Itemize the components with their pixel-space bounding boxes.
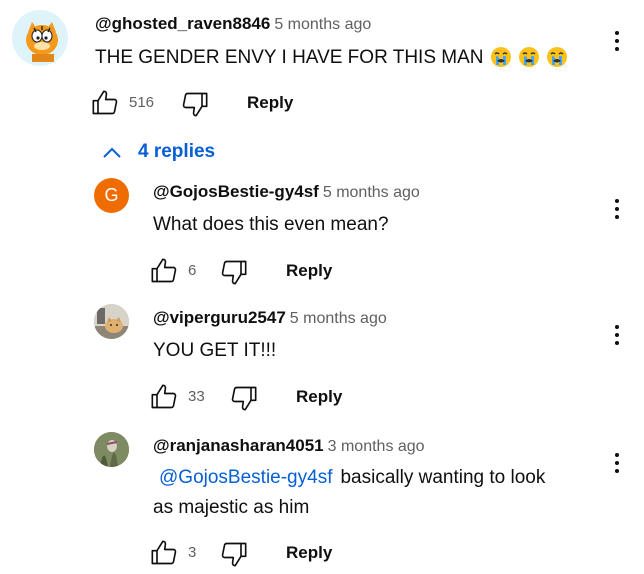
thumbs-down-icon: [221, 542, 247, 567]
crying-face-emoji-icon: [518, 46, 540, 68]
like-count: 33: [188, 388, 205, 405]
dislike-button[interactable]: [219, 258, 249, 286]
comment-text: THE GENDER ENVY I HAVE FOR THIS MAN: [95, 46, 568, 69]
mention-link[interactable]: @GojosBestie-gy4sf: [159, 467, 332, 488]
reply-button[interactable]: Reply: [286, 543, 332, 563]
reply-button[interactable]: Reply: [296, 387, 342, 407]
comment-author[interactable]: @ranjanasharan4051 3 months ago: [153, 436, 425, 456]
avatar[interactable]: [94, 432, 129, 467]
thumbs-up-icon: [151, 540, 177, 565]
like-button[interactable]: [149, 539, 179, 567]
avatar[interactable]: [94, 304, 129, 339]
thumbs-down-icon: [231, 386, 257, 411]
comment-text-body: THE GENDER ENVY I HAVE FOR THIS MAN: [95, 47, 484, 68]
cat-photo-avatar-icon: [94, 304, 129, 339]
author-name[interactable]: @viperguru2547: [153, 308, 286, 327]
like-button[interactable]: [149, 257, 179, 285]
comment-text-line1: basically wanting to look: [340, 467, 546, 488]
reply-button[interactable]: Reply: [247, 93, 293, 113]
comment-text: @GojosBestie-gy4sf basically wanting to l…: [153, 467, 545, 489]
comment-time[interactable]: 5 months ago: [323, 184, 420, 201]
crying-face-emoji-icon: [490, 46, 512, 68]
more-actions-icon[interactable]: [614, 28, 620, 56]
thumbs-down-icon: [182, 92, 208, 117]
comment-text-line2: as majestic as him: [153, 497, 310, 518]
comment-author[interactable]: @GojosBestie-gy4sf 5 months ago: [153, 182, 420, 202]
comment-text: What does this even mean?: [153, 214, 389, 235]
comment-author[interactable]: @viperguru2547 5 months ago: [153, 308, 387, 328]
dislike-button[interactable]: [180, 90, 210, 118]
thumbs-up-icon: [92, 90, 118, 115]
author-name[interactable]: @GojosBestie-gy4sf: [153, 182, 319, 201]
author-name[interactable]: @ranjanasharan4051: [153, 436, 324, 455]
more-actions-icon[interactable]: [614, 322, 620, 350]
crying-face-emoji-icon: [546, 46, 568, 68]
avatar[interactable]: [12, 10, 68, 66]
like-count: 3: [188, 544, 197, 561]
author-name[interactable]: @ghosted_raven8846: [95, 14, 270, 33]
avatar[interactable]: G: [94, 178, 129, 213]
garfield-avatar-icon: [12, 10, 68, 66]
chevron-up-icon: [103, 147, 121, 158]
like-button[interactable]: [149, 383, 179, 411]
nature-photo-avatar-icon: [94, 432, 129, 467]
comment-time[interactable]: 3 months ago: [328, 438, 425, 455]
more-actions-icon[interactable]: [614, 450, 620, 478]
like-count: 516: [129, 94, 155, 111]
comment-author[interactable]: @ghosted_raven8846 5 months ago: [95, 14, 371, 34]
reply-button[interactable]: Reply: [286, 261, 332, 281]
thumbs-down-icon: [221, 260, 247, 285]
like-count: 6: [188, 262, 197, 279]
more-actions-icon[interactable]: [614, 196, 620, 224]
like-button[interactable]: [90, 89, 120, 117]
thumbs-up-icon: [151, 258, 177, 283]
dislike-button[interactable]: [229, 384, 259, 412]
comment-text: YOU GET IT!!!: [153, 340, 277, 361]
thumbs-up-icon: [151, 384, 177, 409]
comment-time[interactable]: 5 months ago: [290, 310, 387, 327]
avatar-letter: G: [104, 185, 119, 205]
replies-toggle-label[interactable]: 4 replies: [138, 141, 215, 163]
dislike-button[interactable]: [219, 540, 249, 568]
comment-time[interactable]: 5 months ago: [274, 16, 371, 33]
